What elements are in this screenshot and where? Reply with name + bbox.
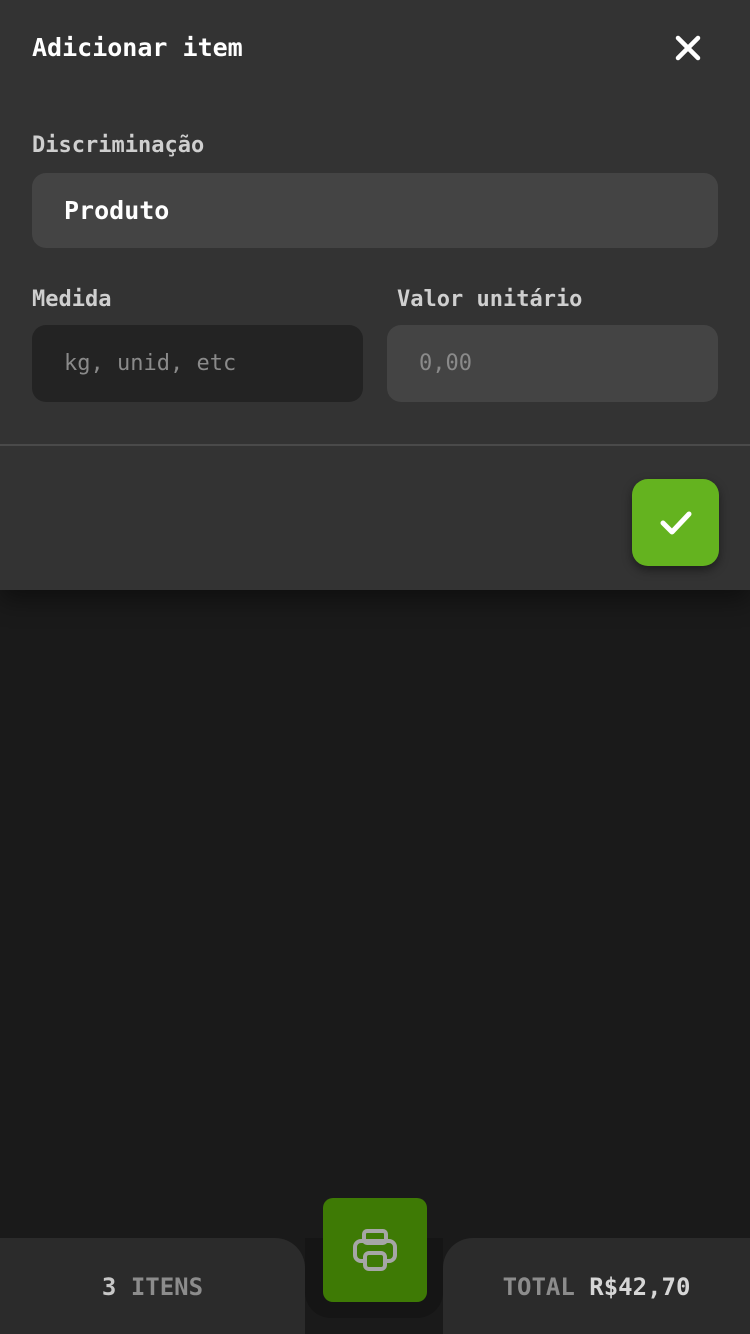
dialog-title: Adicionar item bbox=[32, 33, 243, 62]
print-button[interactable] bbox=[323, 1198, 427, 1302]
confirm-button[interactable] bbox=[632, 479, 719, 566]
divider bbox=[0, 444, 750, 446]
description-input[interactable] bbox=[64, 196, 718, 225]
description-label: Discriminação bbox=[32, 133, 205, 158]
description-field[interactable] bbox=[32, 173, 718, 248]
items-label: ITENS bbox=[130, 1273, 204, 1301]
total-value: R$42,70 bbox=[589, 1273, 691, 1301]
unit-price-input[interactable] bbox=[419, 351, 718, 376]
measure-input[interactable] bbox=[64, 351, 363, 376]
unit-price-field[interactable] bbox=[387, 325, 718, 402]
close-button[interactable] bbox=[668, 28, 708, 68]
printer-icon bbox=[353, 1229, 397, 1271]
measure-label: Medida bbox=[32, 287, 112, 312]
unit-price-label: Valor unitário bbox=[397, 287, 583, 312]
close-icon bbox=[675, 35, 701, 61]
measure-field[interactable] bbox=[32, 325, 363, 402]
add-item-dialog: Adicionar item Discriminação Medida Valo… bbox=[0, 0, 750, 590]
item-count: 3 ITENS bbox=[0, 1270, 305, 1304]
order-total: TOTAL R$42,70 bbox=[443, 1270, 750, 1304]
total-label: TOTAL bbox=[502, 1273, 575, 1301]
item-count-value: 3 bbox=[101, 1273, 117, 1301]
check-icon bbox=[660, 511, 691, 534]
